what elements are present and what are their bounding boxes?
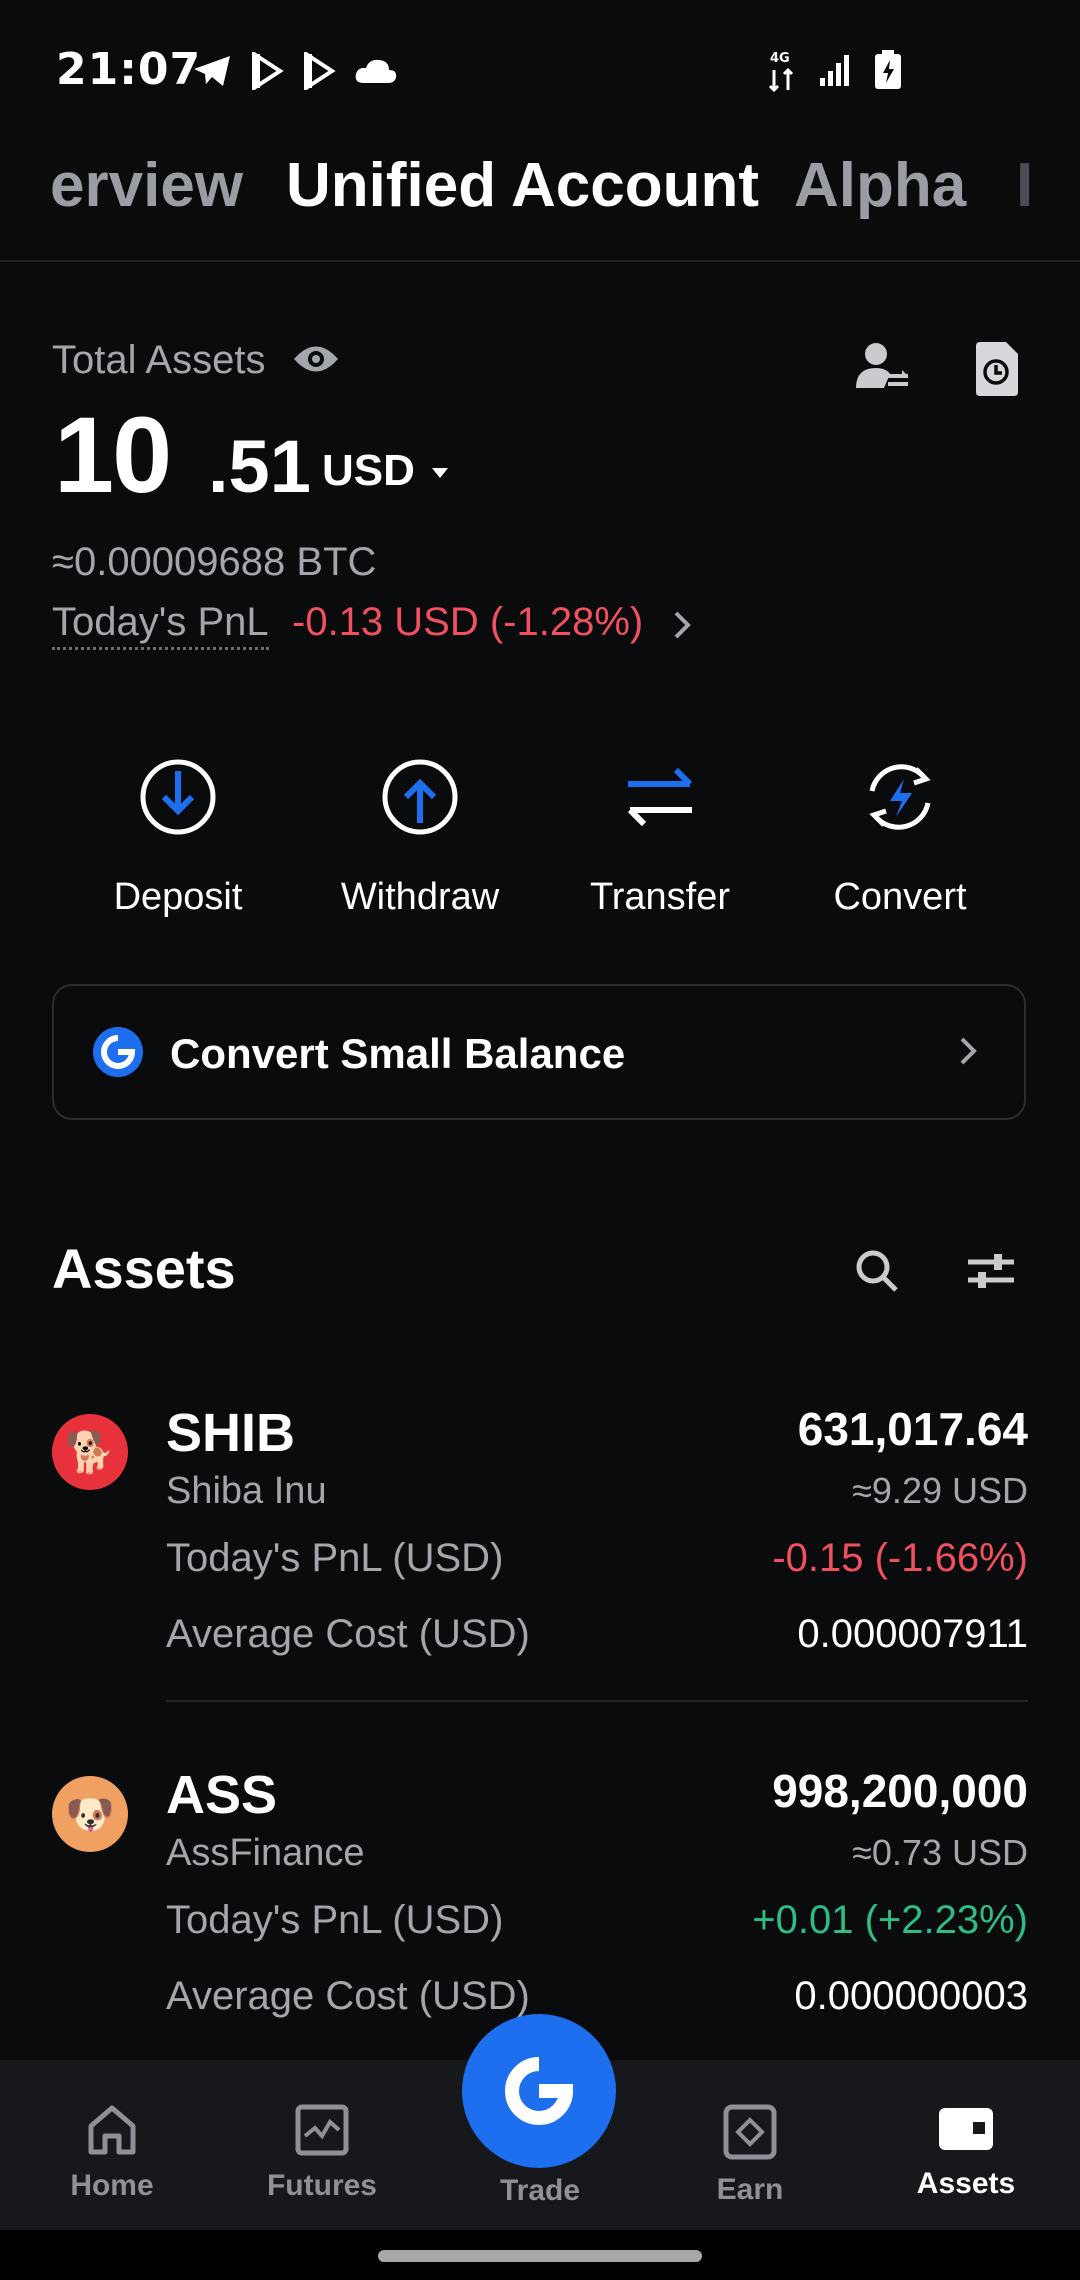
nav-trade-label[interactable]: Trade [460,2174,620,2208]
play-icon-2 [304,52,336,90]
asset-symbol: ASS [166,1765,278,1825]
asset-pnl-value: -0.15 (-1.66%) [772,1536,1028,1580]
asset-avg-cost-label: Average Cost (USD) [166,1974,530,2018]
play-icon [252,52,284,90]
nav-futures-label: Futures [266,2169,377,2202]
deposit-label: Deposit [113,876,243,918]
wallet-icon [939,2108,993,2150]
deposit-icon [140,759,216,835]
nav-earn[interactable]: Earn [670,2104,830,2207]
search-icon[interactable] [854,1248,900,1294]
asset-pnl-value: +0.01 (+2.23%) [752,1898,1028,1942]
ass-logo-glyph: 🐶 [65,1792,115,1837]
total-assets-label: Total Assets [52,338,266,382]
convert-small-balance-label: Convert Small Balance [170,1030,626,1077]
nav-earn-label: Earn [716,2173,784,2206]
signal-icon [820,55,849,86]
shib-logo: 🐕 [52,1414,128,1490]
asset-row-shib[interactable]: 🐕 SHIB Shiba Inu 631,017.64 ≈9.29 USD To… [0,1380,1080,1720]
notification-icons [192,52,398,90]
svg-text:4G: 4G [770,51,790,66]
filter-icon[interactable] [966,1250,1016,1292]
top-tabs: erview Unified Account Alpha I [0,140,1080,262]
asset-usd-value: ≈9.29 USD [852,1470,1028,1511]
asset-avg-cost-value: 0.000007911 [797,1612,1028,1656]
switch-account-icon[interactable] [854,340,910,392]
battery-icon [875,50,901,89]
asset-name: Shiba Inu [166,1470,327,1512]
todays-pnl-value[interactable]: -0.13 USD (-1.28%) [292,600,643,645]
asset-amount: 998,200,000 [772,1765,1028,1817]
nav-assets[interactable]: Assets [886,2104,1046,2201]
eye-icon[interactable] [292,342,340,376]
tab-unified-account[interactable]: Unified Account [286,150,759,221]
home-icon [88,2105,136,2155]
chevron-right-icon[interactable] [672,610,692,640]
caret-down-icon[interactable] [430,466,450,480]
assets-title: Assets [52,1237,236,1300]
bitget-logo-icon [93,1027,143,1077]
withdraw-button[interactable]: Withdraw [300,752,540,919]
row-divider [166,1700,1028,1702]
currency-selector[interactable]: USD [322,446,415,496]
earn-icon [723,2104,777,2160]
convert-small-balance-card[interactable]: Convert Small Balance [52,984,1026,1120]
futures-icon [295,2104,349,2156]
btc-equivalent: ≈0.00009688 BTC [52,540,377,584]
convert-button[interactable]: Convert [780,752,1020,919]
total-assets-decimal: .51 [208,425,311,508]
asset-amount: 631,017.64 [797,1403,1028,1455]
cloud-icon [355,59,397,83]
telegram-icon [194,56,230,86]
tab-overview[interactable]: erview [50,150,243,221]
asset-name: AssFinance [166,1832,365,1874]
status-time: 21:07 [56,44,202,95]
transfer-icon [627,767,693,827]
chevron-right-icon [960,1037,977,1065]
asset-avg-cost-value: 0.000000003 [794,1974,1028,2018]
asset-pnl-label: Today's PnL (USD) [166,1536,504,1580]
shib-logo-glyph: 🐕 [65,1430,115,1475]
convert-label: Convert [833,876,967,918]
nav-home[interactable]: Home [32,2104,192,2203]
history-icon[interactable] [972,342,1022,396]
nav-assets-label: Assets [916,2167,1016,2200]
todays-pnl-label[interactable]: Today's PnL [52,600,269,650]
ass-logo: 🐶 [52,1776,128,1852]
transfer-label: Transfer [589,876,731,918]
network-4g-icon: 4G [768,51,794,92]
tab-next[interactable]: I [1016,150,1033,221]
asset-avg-cost-label: Average Cost (USD) [166,1612,530,1656]
withdraw-icon [382,759,458,835]
tab-alpha[interactable]: Alpha [794,150,966,221]
bitget-logo-icon [505,2057,574,2125]
asset-pnl-label: Today's PnL (USD) [166,1898,504,1942]
trade-button[interactable] [462,2014,616,2168]
system-status-icons: 4G [768,48,902,92]
home-indicator[interactable] [378,2250,702,2262]
deposit-button[interactable]: Deposit [58,752,298,919]
withdraw-label: Withdraw [340,876,500,918]
asset-usd-value: ≈0.73 USD [852,1832,1028,1873]
convert-icon [869,764,931,830]
total-assets-integer: 10 [54,394,172,515]
nav-home-label: Home [70,2169,154,2202]
asset-symbol: SHIB [166,1403,296,1463]
nav-futures[interactable]: Futures [242,2104,402,2203]
transfer-button[interactable]: Transfer [540,752,780,919]
